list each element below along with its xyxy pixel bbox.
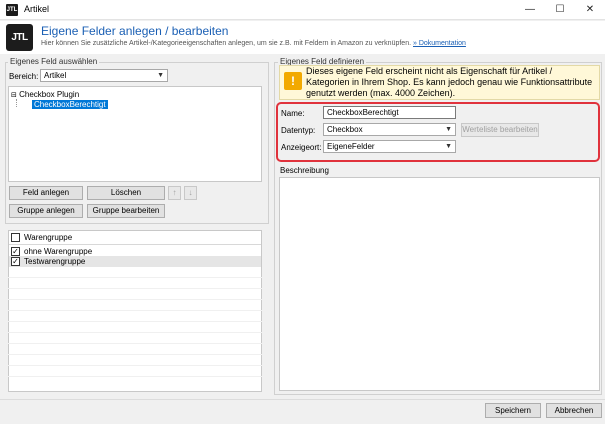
testwarengruppe-checkbox[interactable]: ✓ (11, 257, 20, 266)
name-label: Name: (281, 109, 305, 118)
tree-node-label: Checkbox Plugin (19, 90, 80, 99)
chevron-down-icon: ▼ (445, 143, 452, 150)
feld-anlegen-button[interactable]: Feld anlegen (9, 186, 83, 200)
tree-node-label-selected: CheckboxBerechtigt (32, 100, 108, 109)
bereich-label: Bereich: (9, 72, 39, 81)
page-title: Eigene Felder anlegen / bearbeiten (41, 24, 229, 38)
gruppe-anlegen-button[interactable]: Gruppe anlegen (9, 204, 83, 218)
anzeigeort-value: EigeneFelder (327, 142, 375, 151)
bereich-value: Artikel (44, 71, 67, 80)
list-row-line (8, 365, 262, 366)
bereich-select[interactable]: Artikel ▼ (40, 69, 168, 82)
arrow-up-icon: ↑ (172, 188, 177, 197)
name-input[interactable]: CheckboxBerechtigt (323, 106, 456, 119)
chevron-down-icon: ▼ (445, 126, 452, 133)
testwarengruppe-label: Testwarengruppe (24, 257, 86, 266)
beschreibung-label: Beschreibung (280, 166, 329, 175)
list-row-line (8, 288, 262, 289)
move-up-button[interactable]: ↑ (168, 186, 181, 200)
gruppe-bearbeiten-button[interactable]: Gruppe bearbeiten (87, 204, 165, 218)
list-row-line (8, 299, 262, 300)
datentyp-value: Checkbox (327, 125, 363, 134)
save-button[interactable]: Speichern (485, 403, 541, 418)
close-icon[interactable]: ✕ (575, 0, 605, 20)
list-divider (9, 244, 261, 245)
anzeigeort-label: Anzeigeort: (281, 143, 322, 152)
tree-node-checkbox-plugin[interactable]: ⊟ Checkbox Plugin (11, 90, 79, 99)
warning-text: Dieses eigene Feld erscheint nicht als E… (306, 66, 593, 98)
beschreibung-textarea[interactable] (279, 177, 600, 391)
cancel-button[interactable]: Abbrechen (546, 403, 602, 418)
name-input-value: CheckboxBerechtigt (327, 108, 399, 117)
list-row-line (8, 321, 262, 322)
list-row-line (8, 343, 262, 344)
jtl-logo: JTL (6, 24, 33, 51)
list-row-line (8, 277, 262, 278)
werteliste-bearbeiten-button[interactable]: Werteliste bearbeiten (461, 123, 539, 137)
move-down-button[interactable]: ↓ (184, 186, 197, 200)
datentyp-label: Datentyp: (281, 126, 316, 135)
tree-connector (16, 99, 17, 107)
ohne-warengruppe-checkbox[interactable]: ✓ (11, 247, 20, 256)
window-title: Artikel (24, 4, 50, 14)
list-row-line (8, 332, 262, 333)
warengruppe-checkbox[interactable] (11, 233, 20, 242)
list-row-line (8, 354, 262, 355)
arrow-down-icon: ↓ (188, 188, 193, 197)
maximize-icon[interactable]: ☐ (545, 0, 575, 20)
subtitle-text: Hier können Sie zusätzliche Artikel-/Kat… (41, 40, 412, 47)
tree-collapse-icon[interactable]: ⊟ (11, 92, 17, 99)
minimize-icon[interactable]: — (515, 0, 545, 20)
datentyp-select[interactable]: Checkbox ▼ (323, 123, 456, 136)
page-subtitle: Hier können Sie zusätzliche Artikel-/Kat… (41, 40, 466, 47)
ohne-warengruppe-label: ohne Warengruppe (24, 247, 93, 256)
chevron-down-icon: ▼ (157, 72, 164, 79)
documentation-link[interactable]: » Dokumentation (413, 40, 466, 47)
tree-node-checkbox-berechtigt[interactable]: CheckboxBerechtigt (32, 100, 108, 109)
list-row-line (8, 310, 262, 311)
loeschen-button[interactable]: Löschen (87, 186, 165, 200)
warengruppe-header-label: Warengruppe (24, 233, 73, 242)
anzeigeort-select[interactable]: EigeneFelder ▼ (323, 140, 456, 153)
app-icon: JTL (6, 4, 18, 16)
list-row-line (8, 376, 262, 377)
select-field-group-title: Eigenes Feld auswählen (8, 57, 100, 66)
exclamation-icon: ! (284, 72, 302, 90)
